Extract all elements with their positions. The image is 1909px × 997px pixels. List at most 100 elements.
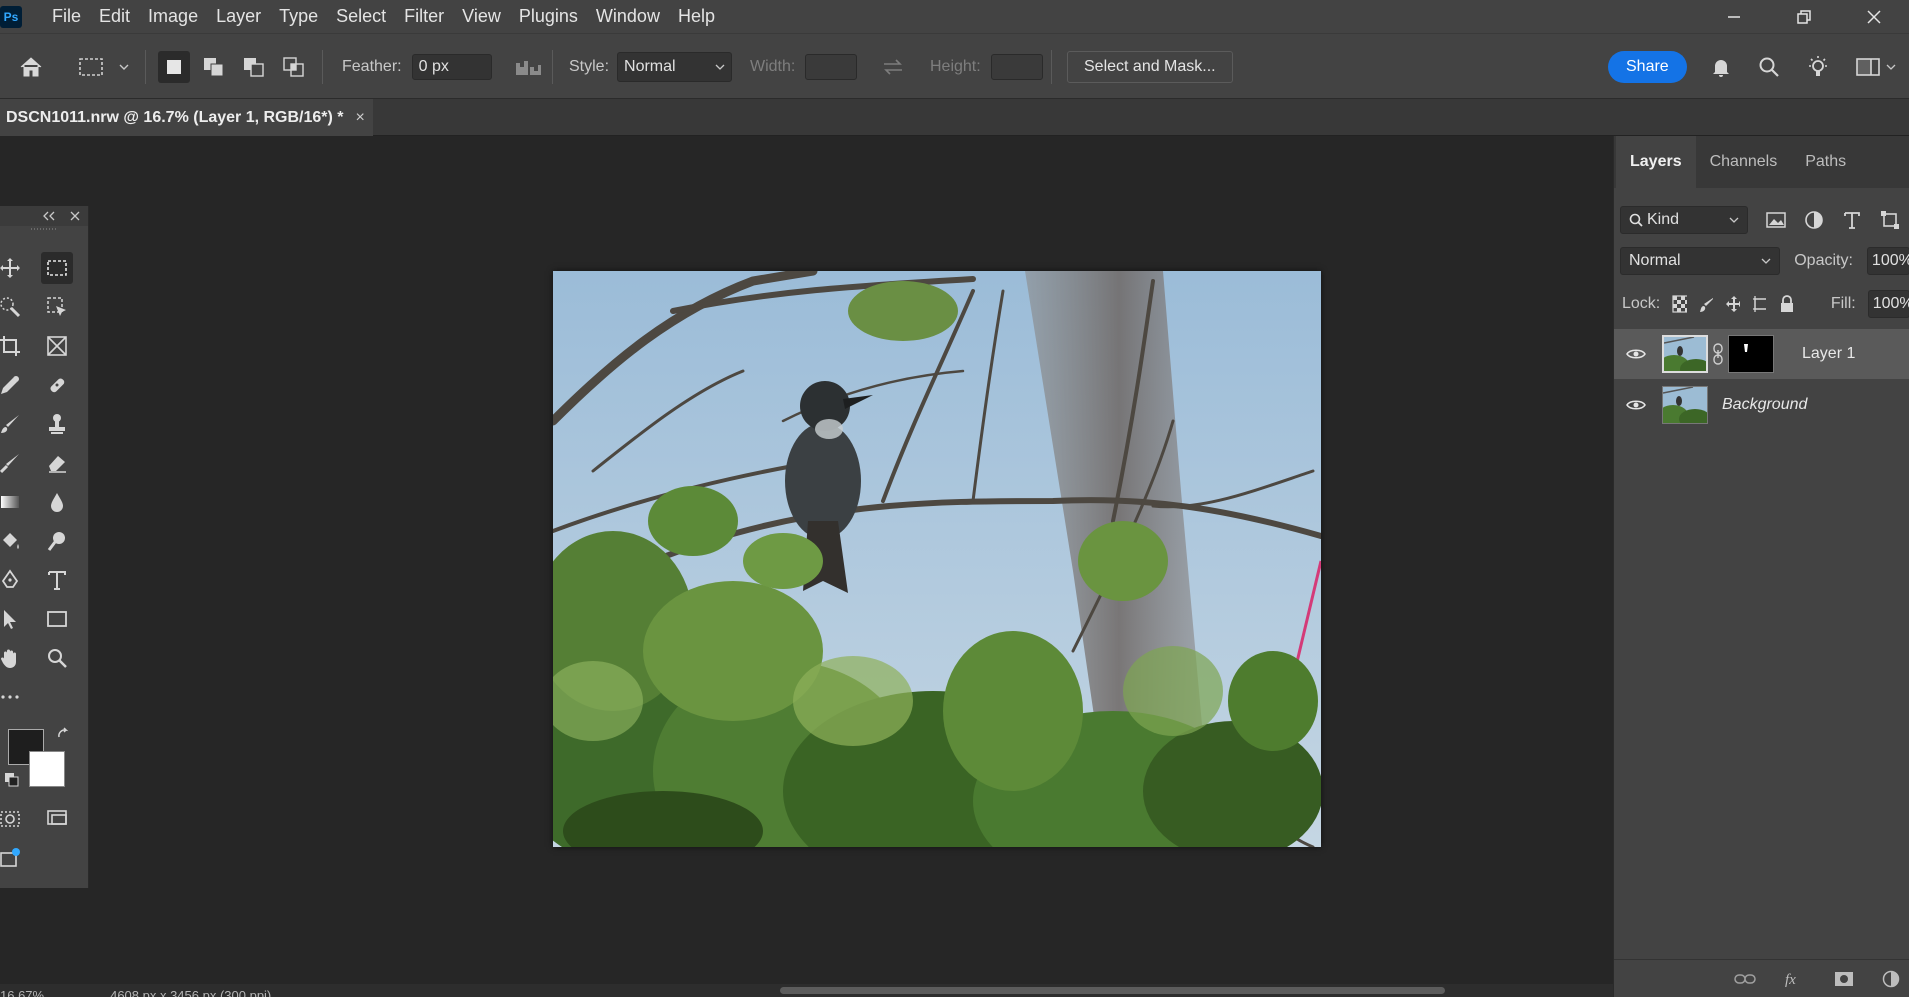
fill-input[interactable]: 100%: [1867, 290, 1909, 318]
restore-button[interactable]: [1769, 0, 1839, 33]
type-tool[interactable]: [41, 564, 73, 596]
layer-name[interactable]: Layer 1: [1802, 345, 1855, 363]
workspace-switcher[interactable]: [1856, 57, 1896, 77]
dodge-tool[interactable]: [41, 525, 73, 557]
eyedropper-tool[interactable]: [0, 369, 26, 401]
move-tool[interactable]: [0, 252, 26, 284]
default-colors-icon[interactable]: [4, 772, 20, 788]
lock-artboard-icon[interactable]: [1752, 295, 1767, 313]
menu-type[interactable]: Type: [270, 6, 327, 27]
menu-edit[interactable]: Edit: [90, 6, 139, 27]
feather-input[interactable]: 0 px: [411, 54, 492, 80]
panel-grip[interactable]: [0, 226, 88, 238]
fx-icon[interactable]: fx: [1784, 971, 1806, 987]
lock-all-icon[interactable]: [1778, 295, 1793, 313]
lock-position-icon[interactable]: [1725, 295, 1740, 313]
document-tab[interactable]: DSCN1011.nrw @ 16.7% (Layer 1, RGB/16*) …: [0, 99, 373, 136]
swap-dimensions-icon[interactable]: [881, 57, 905, 77]
height-input[interactable]: [990, 54, 1043, 80]
menu-layer[interactable]: Layer: [207, 6, 270, 27]
menu-view[interactable]: View: [453, 6, 510, 27]
blend-mode-select[interactable]: Normal: [1620, 247, 1781, 275]
eye-icon[interactable]: [1626, 398, 1646, 412]
link-layers-icon[interactable]: [1734, 973, 1756, 985]
adjustment-layer-icon[interactable]: [1882, 970, 1900, 988]
rectangular-marquee-tool[interactable]: [41, 252, 73, 284]
layer-mask-thumbnail[interactable]: [1728, 335, 1774, 373]
zoom-level[interactable]: 16.67%: [0, 984, 44, 997]
menu-image[interactable]: Image: [139, 6, 207, 27]
document-dimensions[interactable]: 4608 px x 3456 px (300 ppi): [110, 984, 271, 997]
background-color-swatch[interactable]: [29, 751, 65, 787]
minimize-button[interactable]: [1699, 0, 1769, 33]
zoom-tool[interactable]: [41, 642, 73, 674]
spot-healing-tool[interactable]: [41, 369, 73, 401]
lock-transparent-icon[interactable]: [1672, 295, 1687, 313]
menu-plugins[interactable]: Plugins: [510, 6, 587, 27]
layer-name[interactable]: Background: [1722, 396, 1807, 414]
quick-mask-button[interactable]: [0, 803, 26, 835]
layer-row-layer-1[interactable]: Layer 1: [1614, 329, 1909, 379]
tab-channels[interactable]: Channels: [1696, 136, 1792, 188]
hand-tool[interactable]: [0, 642, 26, 674]
shape-filter-icon[interactable]: [1880, 210, 1900, 230]
layer-thumbnail[interactable]: [1662, 335, 1708, 373]
eye-icon[interactable]: [1626, 347, 1646, 361]
edit-toolbar-button[interactable]: [0, 681, 26, 713]
paint-bucket-tool[interactable]: [0, 525, 26, 557]
adjustment-filter-icon[interactable]: [1804, 210, 1824, 230]
intersect-selection-button[interactable]: [278, 51, 310, 83]
brush-tool[interactable]: [0, 408, 26, 440]
new-selection-button[interactable]: [158, 51, 190, 83]
layer-thumbnail[interactable]: [1662, 386, 1708, 424]
scrollbar-thumb[interactable]: [780, 987, 1445, 994]
tab-paths[interactable]: Paths: [1791, 136, 1860, 188]
path-selection-tool[interactable]: [0, 603, 26, 635]
add-selection-button[interactable]: [198, 51, 230, 83]
close-window-button[interactable]: [1839, 0, 1909, 33]
swap-colors-icon[interactable]: [56, 727, 72, 743]
tool-preset-picker[interactable]: [78, 34, 130, 100]
canvas-area[interactable]: [0, 136, 1613, 984]
gradient-tool[interactable]: [0, 486, 26, 518]
search-icon[interactable]: [1758, 56, 1780, 78]
menu-help[interactable]: Help: [669, 6, 724, 27]
object-selection-tool[interactable]: [41, 291, 73, 323]
menu-window[interactable]: Window: [587, 6, 669, 27]
document-canvas[interactable]: [553, 271, 1321, 847]
history-brush-tool[interactable]: [0, 447, 26, 479]
blur-tool[interactable]: [41, 486, 73, 518]
home-button[interactable]: [18, 34, 44, 100]
select-and-mask-button[interactable]: Select and Mask...: [1067, 51, 1233, 83]
crop-tool[interactable]: [0, 330, 26, 362]
rectangle-tool[interactable]: [41, 603, 73, 635]
share-button[interactable]: Share: [1608, 51, 1687, 83]
layer-row-background[interactable]: Background: [1614, 380, 1909, 430]
quick-selection-tool[interactable]: [0, 291, 26, 323]
frame-tool[interactable]: [41, 330, 73, 362]
style-select[interactable]: Normal: [617, 52, 733, 82]
opacity-input[interactable]: 100%: [1866, 247, 1909, 275]
width-input[interactable]: [805, 54, 858, 80]
pen-tool[interactable]: [0, 564, 26, 596]
eraser-tool[interactable]: [41, 447, 73, 479]
menu-select[interactable]: Select: [327, 6, 395, 27]
tab-layers[interactable]: Layers: [1616, 136, 1696, 188]
link-icon[interactable]: [1712, 343, 1724, 365]
type-filter-icon[interactable]: [1842, 210, 1862, 230]
pixel-filter-icon[interactable]: [1766, 211, 1786, 229]
close-tab-icon[interactable]: ×: [356, 109, 365, 127]
layer-kind-filter[interactable]: Kind: [1620, 206, 1748, 234]
close-panel-icon[interactable]: [70, 211, 80, 221]
menu-filter[interactable]: Filter: [395, 6, 453, 27]
lock-pixels-icon[interactable]: [1699, 295, 1714, 313]
subtract-selection-button[interactable]: [238, 51, 270, 83]
generative-fill-button[interactable]: [0, 842, 26, 874]
anti-alias-icon[interactable]: [514, 57, 542, 77]
clone-stamp-tool[interactable]: [41, 408, 73, 440]
screen-mode-button[interactable]: [41, 803, 73, 835]
bell-icon[interactable]: [1710, 56, 1732, 78]
collapse-panel-icon[interactable]: [42, 211, 56, 221]
add-mask-icon[interactable]: [1834, 971, 1854, 987]
lightbulb-icon[interactable]: [1806, 55, 1830, 79]
